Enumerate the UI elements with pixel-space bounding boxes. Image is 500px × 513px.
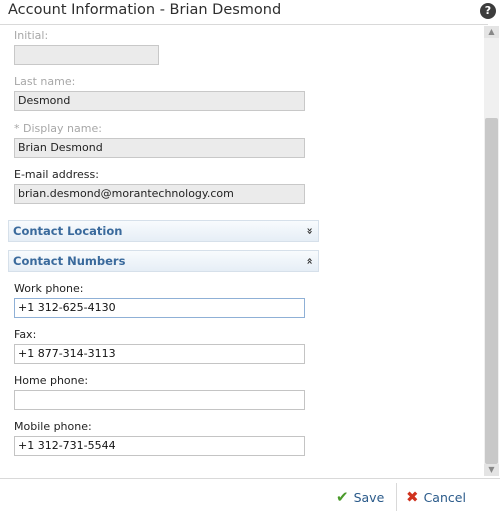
section-contact-numbers[interactable]: Contact Numbers « bbox=[8, 250, 319, 272]
title-divider bbox=[0, 24, 488, 25]
chevron-double-up-icon[interactable]: « bbox=[301, 257, 317, 264]
section-contact-location[interactable]: Contact Location » bbox=[8, 220, 319, 242]
checkmark-icon: ✔ bbox=[336, 488, 349, 506]
dialog-title: Account Information - Brian Desmond bbox=[8, 2, 282, 18]
button-separator bbox=[396, 483, 397, 511]
last-name-label: Last name: bbox=[14, 75, 76, 88]
title-bar: Account Information - Brian Desmond ? bbox=[0, 0, 500, 26]
display-name-label: * Display name: bbox=[14, 122, 102, 135]
initial-label: Initial: bbox=[14, 29, 49, 42]
save-label: Save bbox=[353, 489, 385, 505]
scroll-thumb[interactable] bbox=[485, 118, 498, 464]
scroll-down-button[interactable]: ▼ bbox=[484, 464, 499, 476]
scroll-up-button[interactable]: ▲ bbox=[484, 26, 499, 38]
vertical-scrollbar[interactable]: ▲ ▼ bbox=[484, 26, 499, 476]
x-icon: ✖ bbox=[406, 488, 419, 506]
display-name-field: Brian Desmond bbox=[14, 138, 305, 158]
last-name-field: Desmond bbox=[14, 91, 305, 111]
form-content: Initial: Last name: Desmond * Display na… bbox=[0, 26, 484, 476]
help-icon[interactable]: ? bbox=[480, 3, 496, 19]
save-button[interactable]: ✔ Save bbox=[336, 486, 384, 508]
fax-input[interactable]: +1 877-314-3113 bbox=[14, 344, 305, 364]
email-field: brian.desmond@morantechnology.com bbox=[14, 184, 305, 204]
email-label: E-mail address: bbox=[14, 168, 99, 181]
mobile-phone-label: Mobile phone: bbox=[14, 420, 92, 433]
footer-divider bbox=[0, 478, 500, 479]
home-phone-label: Home phone: bbox=[14, 374, 89, 387]
account-information-dialog: Account Information - Brian Desmond ? In… bbox=[0, 0, 500, 513]
initial-field bbox=[14, 45, 159, 65]
contact-location-label: Contact Location bbox=[13, 224, 123, 238]
work-phone-input[interactable]: +1 312-625-4130 bbox=[14, 298, 305, 318]
work-phone-label: Work phone: bbox=[14, 282, 84, 295]
fax-label: Fax: bbox=[14, 328, 37, 341]
cancel-label: Cancel bbox=[423, 489, 466, 505]
contact-numbers-label: Contact Numbers bbox=[13, 254, 126, 268]
mobile-phone-input[interactable]: +1 312-731-5544 bbox=[14, 436, 305, 456]
home-phone-input[interactable] bbox=[14, 390, 305, 410]
chevron-double-down-icon[interactable]: » bbox=[301, 227, 317, 234]
cancel-button[interactable]: ✖ Cancel bbox=[406, 486, 466, 508]
